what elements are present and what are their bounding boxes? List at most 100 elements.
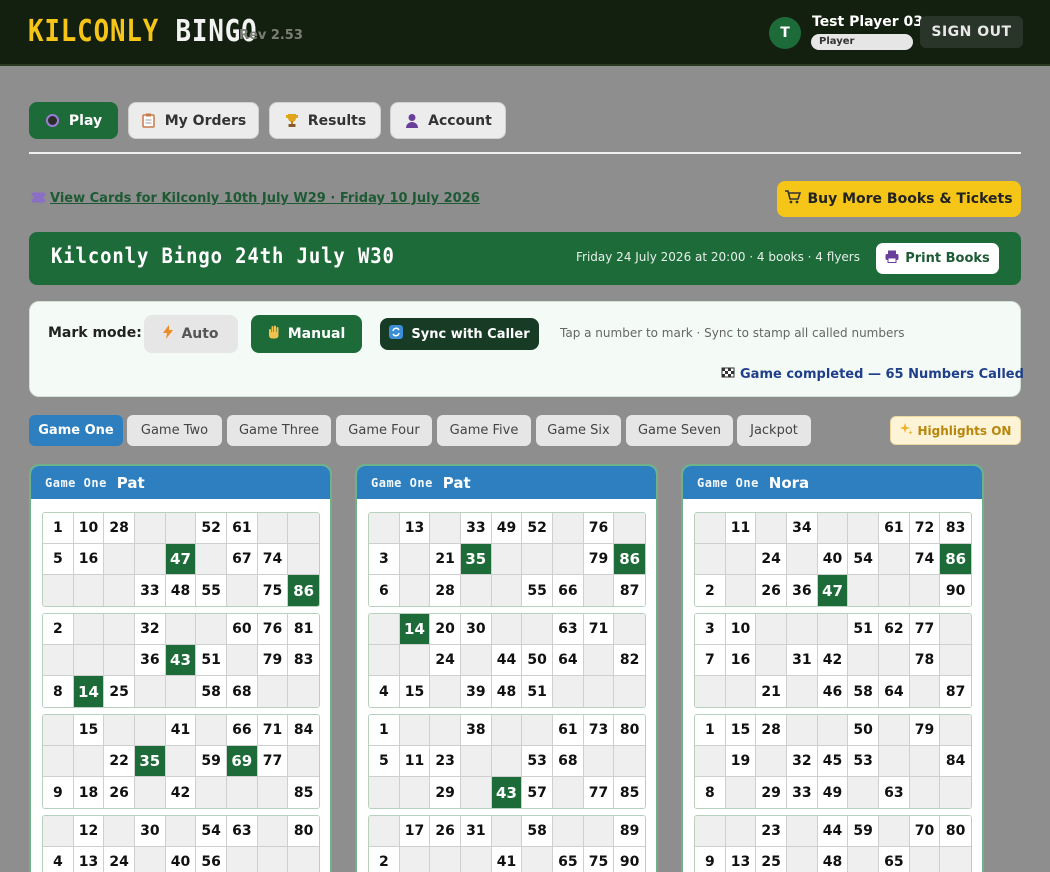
ticket-number-cell[interactable]: 63	[226, 816, 258, 847]
ticket-number-cell[interactable]: 33	[786, 777, 818, 808]
nav-orders-button[interactable]: My Orders	[128, 102, 259, 139]
ticket-number-cell[interactable]: 59	[848, 816, 879, 847]
ticket-number-cell[interactable]: 32	[134, 614, 166, 645]
ticket-number-cell[interactable]: 29	[756, 777, 787, 808]
ticket-number-cell[interactable]: 24	[756, 544, 787, 575]
ticket-number-cell[interactable]: 53	[848, 746, 879, 777]
ticket-number-cell[interactable]: 69	[226, 746, 258, 777]
ticket-number-cell[interactable]: 13	[73, 847, 105, 872]
ticket-number-cell[interactable]: 61	[878, 513, 910, 544]
ticket-number-cell[interactable]: 36	[134, 645, 166, 676]
ticket-number-cell[interactable]: 31	[460, 816, 492, 847]
ticket-number-cell[interactable]: 25	[756, 847, 787, 872]
ticket-number-cell[interactable]: 79	[583, 544, 615, 575]
tab-game-five[interactable]: Game Five	[437, 415, 531, 446]
nav-play-button[interactable]: Play	[29, 102, 118, 139]
ticket-number-cell[interactable]: 8	[43, 676, 74, 707]
ticket-number-cell[interactable]: 44	[491, 645, 523, 676]
ticket-number-cell[interactable]: 79	[909, 715, 941, 746]
ticket-number-cell[interactable]: 30	[134, 816, 166, 847]
ticket-number-cell[interactable]: 5	[369, 746, 400, 777]
avatar[interactable]: T	[769, 17, 801, 49]
ticket-number-cell[interactable]: 28	[430, 575, 461, 606]
ticket-number-cell[interactable]: 41	[491, 847, 523, 872]
ticket-number-cell[interactable]: 49	[491, 513, 523, 544]
ticket-number-cell[interactable]: 3	[369, 544, 400, 575]
ticket-number-cell[interactable]: 2	[695, 575, 726, 606]
ticket-number-cell[interactable]: 80	[940, 816, 971, 847]
ticket-number-cell[interactable]: 54	[196, 816, 227, 847]
ticket-number-cell[interactable]: 77	[257, 746, 289, 777]
ticket-number-cell[interactable]: 8	[695, 777, 726, 808]
ticket-number-cell[interactable]: 20	[430, 614, 461, 645]
ticket-number-cell[interactable]: 1	[43, 513, 74, 544]
ticket-number-cell[interactable]: 42	[165, 777, 197, 808]
ticket-number-cell[interactable]: 79	[257, 645, 289, 676]
tab-game-seven[interactable]: Game Seven	[626, 415, 733, 446]
auto-mode-button[interactable]: Auto	[144, 315, 238, 353]
buy-more-button[interactable]: Buy More Books & Tickets	[777, 181, 1021, 217]
ticket-number-cell[interactable]: 86	[614, 544, 645, 575]
ticket-number-cell[interactable]: 50	[522, 645, 553, 676]
ticket-number-cell[interactable]: 5	[43, 544, 74, 575]
tab-game-one[interactable]: Game One	[29, 415, 123, 446]
print-books-button[interactable]: Print Books	[876, 243, 999, 274]
ticket-number-cell[interactable]: 65	[878, 847, 910, 872]
ticket-number-cell[interactable]: 30	[460, 614, 492, 645]
ticket-number-cell[interactable]: 28	[104, 513, 135, 544]
nav-account-button[interactable]: Account	[390, 102, 506, 139]
ticket-number-cell[interactable]: 16	[73, 544, 105, 575]
ticket-number-cell[interactable]: 10	[725, 614, 757, 645]
ticket-number-cell[interactable]: 87	[940, 676, 971, 707]
ticket-number-cell[interactable]: 1	[369, 715, 400, 746]
ticket-number-cell[interactable]: 51	[848, 614, 879, 645]
ticket-number-cell[interactable]: 66	[552, 575, 584, 606]
tab-game-four[interactable]: Game Four	[336, 415, 432, 446]
tab-jackpot[interactable]: Jackpot	[737, 415, 811, 446]
ticket-number-cell[interactable]: 13	[399, 513, 431, 544]
ticket-number-cell[interactable]: 59	[196, 746, 227, 777]
ticket-number-cell[interactable]: 80	[288, 816, 319, 847]
ticket-number-cell[interactable]: 84	[940, 746, 971, 777]
ticket-number-cell[interactable]: 33	[460, 513, 492, 544]
tab-game-three[interactable]: Game Three	[227, 415, 331, 446]
ticket-number-cell[interactable]: 61	[552, 715, 584, 746]
ticket-number-cell[interactable]: 78	[909, 645, 941, 676]
ticket-number-cell[interactable]: 87	[614, 575, 645, 606]
ticket-number-cell[interactable]: 72	[909, 513, 941, 544]
ticket-number-cell[interactable]: 83	[940, 513, 971, 544]
ticket-number-cell[interactable]: 55	[522, 575, 553, 606]
ticket-number-cell[interactable]: 38	[460, 715, 492, 746]
ticket-number-cell[interactable]: 83	[288, 645, 319, 676]
ticket-number-cell[interactable]: 82	[614, 645, 645, 676]
ticket-number-cell[interactable]: 14	[399, 614, 431, 645]
ticket-number-cell[interactable]: 48	[491, 676, 523, 707]
ticket-number-cell[interactable]: 4	[369, 676, 400, 707]
ticket-number-cell[interactable]: 35	[460, 544, 492, 575]
ticket-number-cell[interactable]: 73	[583, 715, 615, 746]
ticket-number-cell[interactable]: 18	[73, 777, 105, 808]
ticket-number-cell[interactable]: 57	[522, 777, 553, 808]
ticket-number-cell[interactable]: 50	[848, 715, 879, 746]
ticket-number-cell[interactable]: 56	[196, 847, 227, 872]
ticket-number-cell[interactable]: 11	[725, 513, 757, 544]
tab-game-six[interactable]: Game Six	[536, 415, 621, 446]
ticket-number-cell[interactable]: 31	[786, 645, 818, 676]
ticket-number-cell[interactable]: 36	[786, 575, 818, 606]
ticket-number-cell[interactable]: 58	[522, 816, 553, 847]
ticket-number-cell[interactable]: 6	[369, 575, 400, 606]
ticket-number-cell[interactable]: 76	[257, 614, 289, 645]
ticket-number-cell[interactable]: 19	[725, 746, 757, 777]
ticket-number-cell[interactable]: 85	[288, 777, 319, 808]
ticket-number-cell[interactable]: 43	[165, 645, 197, 676]
nav-results-button[interactable]: Results	[269, 102, 381, 139]
ticket-number-cell[interactable]: 1	[695, 715, 726, 746]
ticket-number-cell[interactable]: 2	[369, 847, 400, 872]
ticket-number-cell[interactable]: 74	[257, 544, 289, 575]
ticket-number-cell[interactable]: 52	[196, 513, 227, 544]
ticket-number-cell[interactable]: 58	[848, 676, 879, 707]
ticket-number-cell[interactable]: 51	[196, 645, 227, 676]
ticket-number-cell[interactable]: 22	[104, 746, 135, 777]
app-logo[interactable]: KILCONLY BINGO	[28, 14, 258, 49]
ticket-number-cell[interactable]: 32	[786, 746, 818, 777]
